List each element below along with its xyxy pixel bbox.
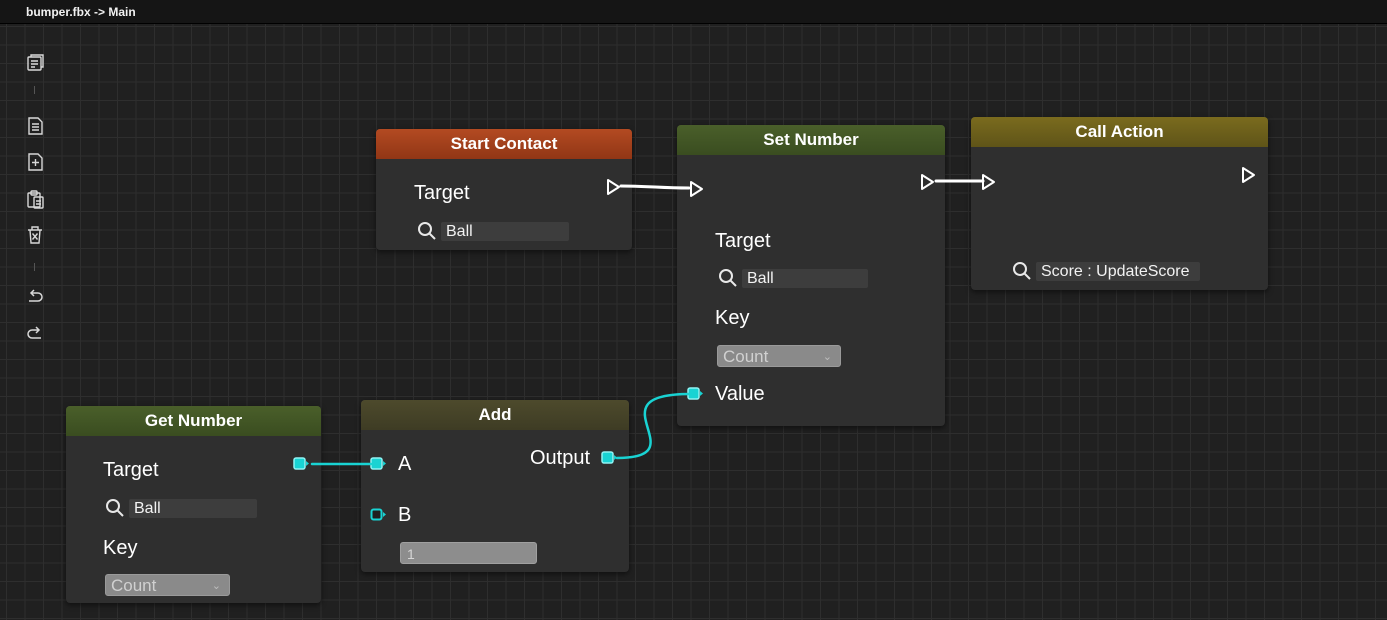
- toolbar-divider: [34, 86, 35, 94]
- delete-icon[interactable]: [18, 220, 52, 250]
- redo-icon[interactable]: [18, 318, 52, 348]
- exec-in-port[interactable]: [687, 180, 705, 198]
- call-action-field[interactable]: Score : UpdateScore: [1036, 261, 1200, 281]
- get-number-target-field[interactable]: Ball: [129, 498, 257, 518]
- add-b-label: B: [398, 504, 412, 526]
- start-contact-target-search[interactable]: Ball: [416, 221, 569, 241]
- get-number-key-label: Key: [103, 537, 138, 559]
- b-in-port[interactable]: [369, 506, 387, 524]
- call-action-node[interactable]: Call Action Score : UpdateScore: [971, 117, 1268, 290]
- start-contact-title[interactable]: Start Contact: [376, 129, 632, 159]
- call-action-search[interactable]: Score : UpdateScore: [1011, 261, 1200, 281]
- set-number-node[interactable]: Set Number Target Ball Key Count ⌄ Value: [677, 125, 945, 426]
- exec-in-port[interactable]: [979, 173, 997, 191]
- exec-out-port[interactable]: [1239, 166, 1257, 184]
- toolbar-divider: [34, 263, 35, 271]
- search-icon: [418, 222, 436, 240]
- start-contact-node[interactable]: Start Contact Target Ball: [376, 129, 632, 250]
- add-b-input[interactable]: 1: [400, 542, 537, 564]
- output-port[interactable]: [600, 449, 618, 467]
- value-in-port[interactable]: [686, 385, 704, 403]
- paste-icon[interactable]: [18, 184, 52, 214]
- a-in-port[interactable]: [369, 455, 387, 473]
- window-title: bumper.fbx -> Main: [0, 0, 1387, 24]
- editor-toolbar: [18, 44, 52, 364]
- add-a-label: A: [398, 453, 412, 475]
- set-number-key-label: Key: [715, 307, 750, 329]
- get-number-target-search[interactable]: Ball: [104, 498, 257, 518]
- add-title[interactable]: Add: [361, 400, 629, 430]
- set-number-target-search[interactable]: Ball: [717, 268, 868, 288]
- add-node[interactable]: Add A B 1 Output: [361, 400, 629, 572]
- graph-icon[interactable]: [18, 48, 52, 78]
- start-contact-target-label: Target: [414, 182, 470, 204]
- call-action-title[interactable]: Call Action: [971, 117, 1268, 147]
- set-number-key-select[interactable]: Count ⌄: [717, 345, 841, 367]
- get-number-title[interactable]: Get Number: [66, 406, 321, 436]
- number-out-port[interactable]: [292, 455, 310, 473]
- chevron-down-icon: ⌄: [822, 351, 832, 363]
- get-number-target-label: Target: [103, 459, 159, 481]
- set-number-target-field[interactable]: Ball: [742, 268, 868, 288]
- get-number-node[interactable]: Get Number Target Ball Key Count ⌄: [66, 406, 321, 603]
- add-output-label: Output: [530, 447, 591, 469]
- undo-icon[interactable]: [18, 282, 52, 312]
- get-number-key-value: Count: [111, 576, 157, 595]
- exec-out-port[interactable]: [604, 178, 622, 196]
- start-contact-target-field[interactable]: Ball: [441, 221, 569, 241]
- set-number-key-value: Count: [723, 347, 769, 366]
- get-number-key-select[interactable]: Count ⌄: [105, 574, 230, 596]
- search-icon: [1013, 262, 1031, 280]
- exec-out-port[interactable]: [918, 173, 936, 191]
- document-icon[interactable]: [18, 111, 52, 141]
- add-file-icon[interactable]: [18, 147, 52, 177]
- graph-editor: bumper.fbx -> Main Start Contact Target …: [0, 0, 1387, 620]
- set-number-value-label: Value: [715, 383, 765, 405]
- set-number-target-label: Target: [715, 230, 771, 252]
- chevron-down-icon: ⌄: [211, 580, 221, 592]
- set-number-title[interactable]: Set Number: [677, 125, 945, 155]
- search-icon: [719, 269, 737, 287]
- search-icon: [106, 499, 124, 517]
